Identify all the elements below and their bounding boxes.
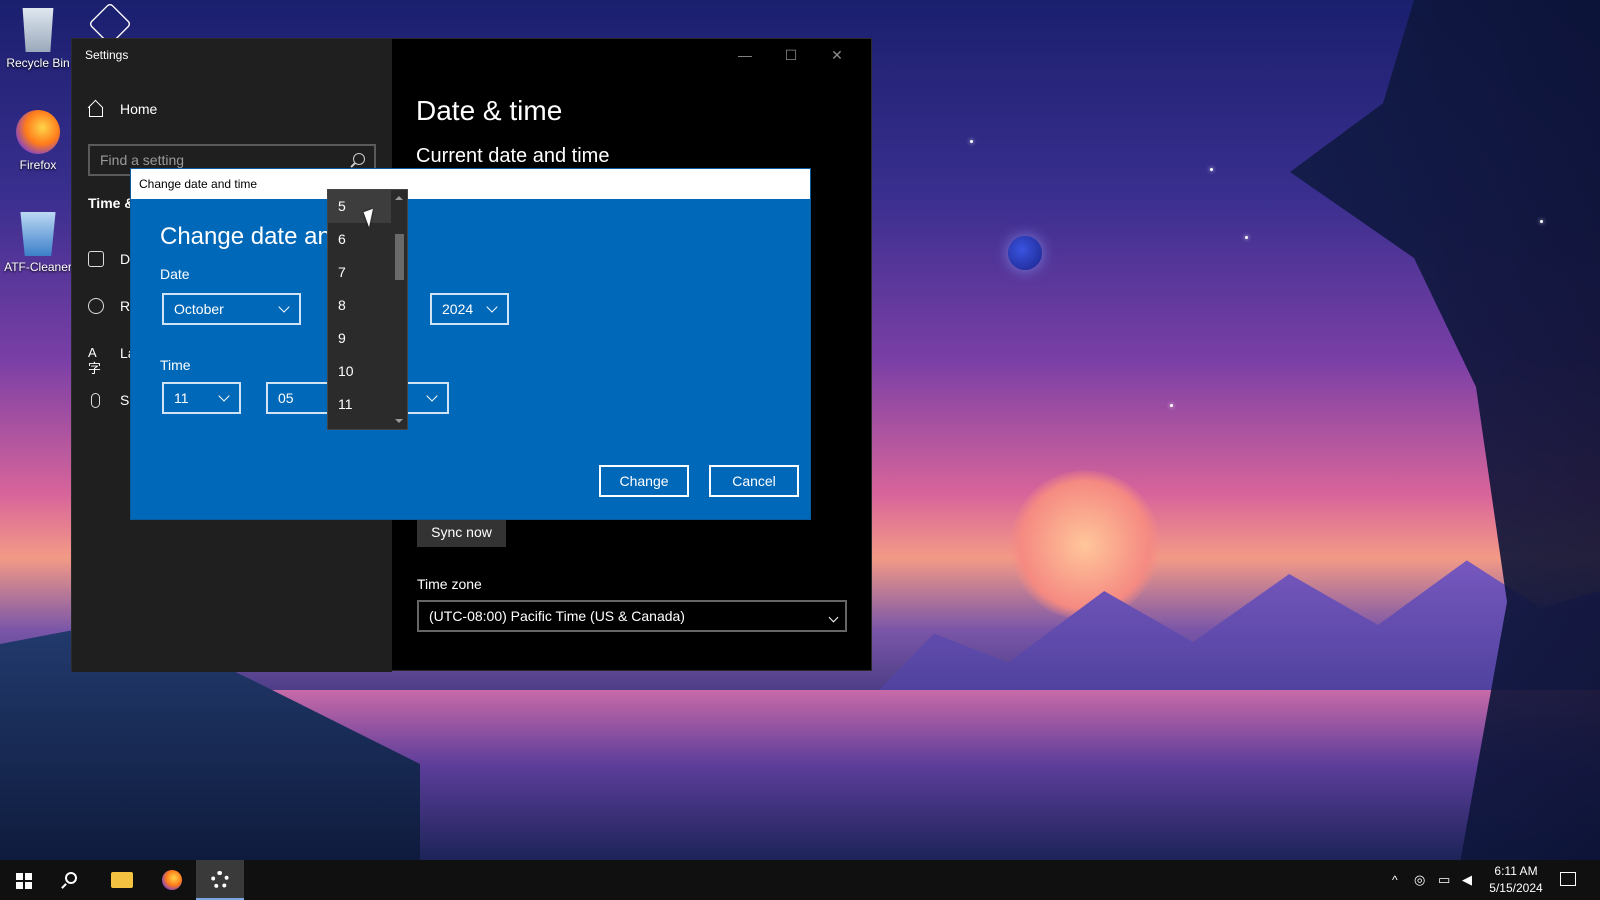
firefox-icon [162, 870, 182, 890]
search-icon[interactable] [353, 153, 365, 165]
year-value: 2024 [442, 301, 474, 317]
taskbar: ^ ◎ ▭ ◀ 6:11 AM 5/15/2024 [0, 860, 1600, 900]
date-label: Date [160, 266, 190, 282]
desktop-icon-atf-cleaner[interactable]: ATF-Cleaner [2, 212, 74, 274]
firefox-icon [16, 110, 60, 154]
desktop-icon-firefox[interactable]: Firefox [2, 110, 74, 172]
change-date-time-dialog: Change date and time Change date and Dat… [130, 168, 811, 520]
calendar-icon [88, 251, 104, 267]
chevron-down-icon [828, 612, 839, 623]
dialog-titlebar[interactable]: Change date and time [131, 169, 810, 199]
taskbar-file-explorer[interactable] [98, 860, 146, 900]
meet-now-icon[interactable]: ◎ [1414, 860, 1425, 900]
hour-value: 11 [174, 390, 189, 406]
wallpaper-star [1170, 404, 1173, 407]
start-icon [16, 873, 32, 889]
language-icon: A字 [88, 345, 102, 376]
section-title: Current date and time [416, 145, 610, 167]
time-zone-label: Time zone [417, 576, 482, 592]
notification-center-icon[interactable] [1560, 872, 1576, 886]
time-zone-value: (UTC-08:00) Pacific Time (US & Canada) [429, 608, 685, 624]
wallpaper-star [1245, 236, 1248, 239]
network-icon[interactable]: ▭ [1438, 860, 1450, 900]
sidebar-item-label: Home [120, 101, 158, 117]
wallpaper-star [970, 140, 973, 143]
taskbar-firefox[interactable] [148, 860, 196, 900]
dropdown-option[interactable]: 7 [328, 256, 392, 289]
desktop-icon-recycle-bin[interactable]: Recycle Bin [2, 8, 74, 70]
dropdown-option[interactable]: 11 [328, 388, 392, 421]
file-explorer-icon [111, 872, 133, 888]
sidebar-item-language[interactable]: A字 La [88, 345, 136, 376]
clock-time: 6:11 AM [1494, 864, 1538, 878]
dropdown-option[interactable]: 9 [328, 322, 392, 355]
chevron-down-icon [278, 301, 290, 313]
wallpaper-star [1540, 220, 1543, 223]
scroll-up-icon[interactable] [395, 196, 403, 200]
clock-date: 5/15/2024 [1489, 881, 1543, 895]
change-button[interactable]: Change [599, 465, 689, 497]
month-value: October [174, 301, 224, 317]
dropdown-option[interactable]: 6 [328, 223, 392, 256]
tray-chevron-icon[interactable]: ^ [1392, 860, 1398, 900]
chevron-down-icon [426, 390, 438, 402]
taskbar-clock[interactable]: 6:11 AM 5/15/2024 [1483, 863, 1549, 897]
page-title: Date & time [416, 95, 563, 126]
sync-now-button[interactable]: Sync now [417, 516, 506, 547]
time-label: Time [160, 357, 191, 373]
dropdown-scrollbar[interactable] [391, 190, 407, 429]
dialog-title: Change date and time [139, 177, 258, 191]
wallpaper-star [1210, 168, 1213, 171]
desktop-icon-label: Firefox [19, 158, 57, 172]
chevron-down-icon [218, 390, 230, 402]
scrollbar-thumb[interactable] [395, 234, 404, 280]
sidebar-item-home[interactable]: Home [88, 101, 157, 117]
start-button[interactable] [0, 860, 48, 900]
dialog-heading: Change date and [160, 223, 345, 250]
settings-icon [211, 871, 229, 889]
atf-cleaner-icon [20, 212, 56, 256]
desktop-icon-label: ATF-Cleaner [4, 260, 72, 274]
scroll-down-icon[interactable] [395, 419, 403, 423]
year-select[interactable]: 2024 [430, 293, 509, 325]
search-icon [65, 872, 77, 884]
dropdown-option[interactable]: 8 [328, 289, 392, 322]
wallpaper-moon [1008, 236, 1042, 270]
window-title: Settings [85, 48, 129, 62]
volume-muted-icon[interactable]: ◀ [1462, 860, 1472, 900]
dropdown-option[interactable]: 5 [328, 190, 392, 223]
time-zone-select[interactable]: (UTC-08:00) Pacific Time (US & Canada) [417, 600, 847, 632]
taskbar-settings[interactable] [196, 860, 244, 900]
globe-icon [88, 298, 104, 314]
wallpaper-sun [1010, 470, 1160, 620]
cancel-button[interactable]: Cancel [709, 465, 799, 497]
desktop-icon-label: Recycle Bin [6, 56, 70, 70]
minute-value: 05 [278, 390, 294, 406]
recycle-bin-icon [22, 8, 54, 52]
taskbar-search-button[interactable] [48, 860, 96, 900]
hour-select[interactable]: 11 [162, 382, 241, 414]
sidebar-section-label: Time & [88, 195, 135, 211]
month-select[interactable]: October [162, 293, 301, 325]
microphone-icon [91, 392, 100, 408]
home-icon [88, 101, 104, 117]
wallpaper-mountains [860, 560, 1600, 710]
dropdown-option[interactable]: 10 [328, 355, 392, 388]
chevron-down-icon [486, 301, 498, 313]
